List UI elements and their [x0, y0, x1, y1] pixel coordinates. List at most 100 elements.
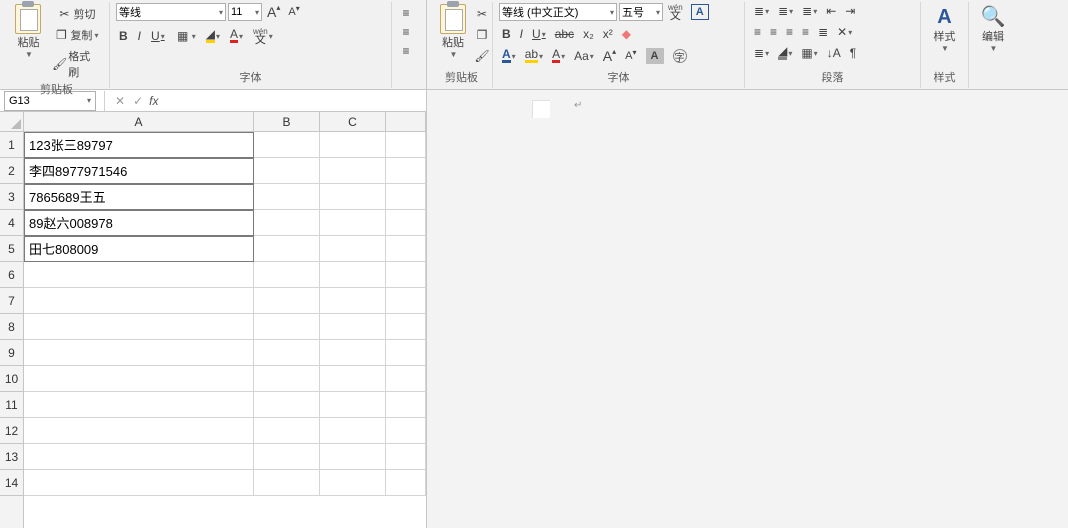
row-header-2[interactable]: 2 — [0, 158, 23, 184]
styles-dropdown-icon[interactable]: ▼ — [941, 44, 949, 53]
borders-button[interactable]: ▦▾ — [172, 26, 199, 46]
accept-edit-icon[interactable]: ✓ — [133, 94, 143, 108]
word-change-case-button[interactable]: Aa▾ — [571, 47, 597, 65]
shrink-font-button[interactable]: A▾ — [285, 4, 302, 20]
word-shrink-font-button[interactable]: A▾ — [622, 48, 639, 64]
copy-dropdown-icon[interactable]: ▾ — [94, 31, 98, 40]
word-italic-button[interactable]: I — [517, 25, 526, 43]
line-spacing-button[interactable]: ≣▾ — [751, 44, 772, 62]
column-header-C[interactable]: C — [320, 112, 386, 131]
align-bottom-button[interactable]: ≡ — [398, 43, 414, 59]
styles-button[interactable]: A 样式 ▼ — [927, 2, 962, 55]
cell-B4[interactable] — [254, 210, 320, 236]
cell-B3[interactable] — [254, 184, 320, 210]
asian-layout-button[interactable]: ✕▾ — [834, 23, 855, 41]
word-char-shading-button[interactable]: A — [643, 46, 667, 66]
cell-C5[interactable] — [320, 236, 386, 262]
phonetic-guide-button[interactable]: wén文 ▾ — [250, 26, 276, 46]
row-header-7[interactable]: 7 — [0, 288, 23, 314]
distribute-button[interactable]: ≣ — [815, 23, 831, 41]
editing-button[interactable]: 🔍 编辑 ▼ — [975, 2, 1011, 55]
word-bold-button[interactable]: B — [499, 25, 514, 43]
row-header-10[interactable]: 10 — [0, 366, 23, 392]
cell-A8[interactable] — [24, 314, 254, 340]
cell-B5[interactable] — [254, 236, 320, 262]
word-phonetic-guide-button[interactable]: wén文 — [665, 2, 686, 22]
row-header-4[interactable]: 4 — [0, 210, 23, 236]
fx-label[interactable]: fx — [149, 94, 158, 108]
row-header-1[interactable]: 1 — [0, 132, 23, 158]
cell-A1[interactable]: 123张三89797 — [24, 132, 254, 158]
align-middle-button[interactable]: ≡ — [398, 24, 414, 40]
cut-button[interactable]: ✂ 剪切 — [49, 4, 103, 24]
row-header-14[interactable]: 14 — [0, 470, 23, 496]
underline-button[interactable]: U▾ — [148, 27, 168, 45]
italic-button[interactable]: I — [135, 27, 144, 45]
word-cut-button[interactable]: ✂ — [471, 4, 493, 24]
align-center-button[interactable]: ≡ — [767, 23, 780, 41]
cell-A9[interactable] — [24, 340, 254, 366]
row-header-6[interactable]: 6 — [0, 262, 23, 288]
row-header-11[interactable]: 11 — [0, 392, 23, 418]
cell-A12[interactable] — [24, 418, 254, 444]
word-font-name-combo[interactable]: 等线 (中文正文)▾ — [499, 3, 617, 21]
cell-A2[interactable]: 李四8977971546 — [24, 158, 254, 184]
word-format-painter-button[interactable]: 🖌 — [471, 46, 493, 66]
fill-color-button[interactable]: ◢▾ — [203, 27, 223, 45]
cell-A3[interactable]: 7865689王五 — [24, 184, 254, 210]
format-painter-button[interactable]: 🖌 格式刷 — [49, 46, 103, 82]
word-paste-button[interactable]: 粘贴 ▼ — [437, 2, 469, 61]
column-header-B[interactable]: B — [254, 112, 320, 131]
cell-A4[interactable]: 89赵六008978 — [24, 210, 254, 236]
formula-input[interactable] — [162, 91, 426, 111]
sort-button[interactable]: ↓A — [824, 44, 844, 62]
row-header-13[interactable]: 13 — [0, 444, 23, 470]
word-highlight-button[interactable]: ab▾ — [522, 47, 546, 65]
word-underline-button[interactable]: U▾ — [529, 25, 549, 43]
word-grow-font-button[interactable]: A▴ — [600, 46, 619, 66]
grow-font-button[interactable]: A▴ — [264, 2, 283, 22]
word-strike-button[interactable]: abc — [552, 25, 577, 43]
font-name-combo[interactable]: 等线 ▾ — [116, 3, 226, 21]
align-left-button[interactable]: ≡ — [751, 23, 764, 41]
cancel-edit-icon[interactable]: ✕ — [115, 94, 125, 108]
para-borders-button[interactable]: ▦▾ — [798, 44, 820, 62]
row-header-12[interactable]: 12 — [0, 418, 23, 444]
multilevel-list-button[interactable]: ≣▾ — [799, 2, 820, 20]
cell-A5[interactable]: 田七808009 — [24, 236, 254, 262]
decrease-indent-button[interactable]: ⇤ — [823, 2, 839, 20]
shading-button[interactable]: ◢▾ — [775, 44, 795, 62]
row-header-8[interactable]: 8 — [0, 314, 23, 340]
row-header-3[interactable]: 3 — [0, 184, 23, 210]
word-copy-button[interactable]: ❐ — [471, 25, 493, 45]
cell-C4[interactable] — [320, 210, 386, 236]
word-font-color-button[interactable]: A▾ — [549, 47, 568, 65]
font-size-combo[interactable]: 11 ▾ — [228, 3, 262, 21]
word-enclose-char-button[interactable]: 字 — [670, 47, 690, 65]
word-text-effects-button[interactable]: A▾ — [499, 47, 519, 65]
increase-indent-button[interactable]: ⇥ — [842, 2, 858, 20]
show-marks-button[interactable]: ¶ — [847, 44, 859, 62]
word-subscript-button[interactable]: x₂ — [580, 25, 597, 43]
bold-button[interactable]: B — [116, 27, 131, 45]
cell-A11[interactable] — [24, 392, 254, 418]
cell-C1[interactable] — [320, 132, 386, 158]
word-char-border-button[interactable]: A — [688, 2, 712, 22]
cell-A13[interactable] — [24, 444, 254, 470]
cell-A7[interactable] — [24, 288, 254, 314]
cell-C2[interactable] — [320, 158, 386, 184]
cell-A14[interactable] — [24, 470, 254, 496]
word-superscript-button[interactable]: x² — [600, 25, 616, 43]
copy-button[interactable]: ❐ 复制 ▾ — [49, 25, 103, 45]
select-all-triangle[interactable] — [0, 112, 24, 132]
column-header-A[interactable]: A — [24, 112, 254, 131]
bullets-button[interactable]: ≣▾ — [751, 2, 772, 20]
numbering-button[interactable]: ≣▾ — [775, 2, 796, 20]
word-paste-dropdown-icon[interactable]: ▼ — [450, 50, 458, 59]
align-right-button[interactable]: ≡ — [783, 23, 796, 41]
font-color-button[interactable]: A▾ — [227, 27, 246, 45]
word-document-area[interactable]: ↵ — [427, 90, 1068, 528]
word-clear-format-button[interactable]: ◆ — [619, 25, 634, 43]
align-top-button[interactable]: ≡ — [398, 5, 414, 21]
editing-dropdown-icon[interactable]: ▼ — [990, 44, 998, 53]
